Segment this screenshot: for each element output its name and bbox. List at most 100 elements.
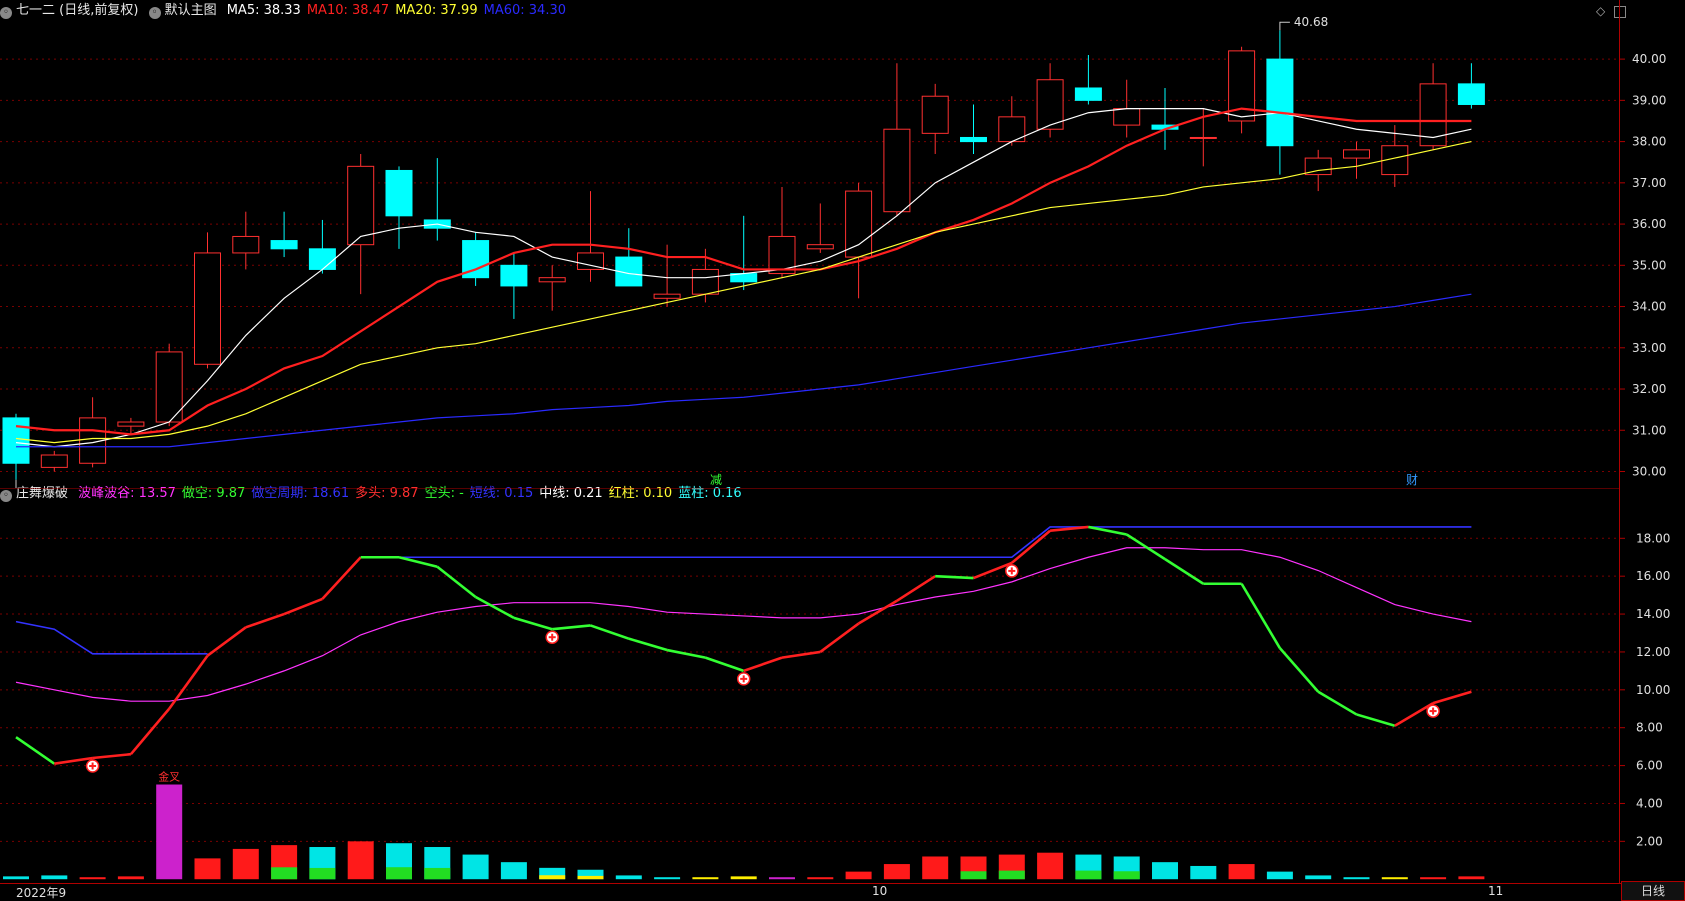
candle xyxy=(1266,30,1294,175)
candle xyxy=(270,211,298,258)
candle-body xyxy=(194,252,221,365)
candle-body xyxy=(500,264,528,287)
long-short-line xyxy=(666,648,706,659)
candle xyxy=(1228,46,1256,134)
bar-body xyxy=(1420,877,1447,880)
x-axis-line xyxy=(0,883,1685,884)
long-short-line xyxy=(513,616,553,631)
long-short-line xyxy=(1088,525,1127,536)
bar-base xyxy=(1113,871,1140,880)
marker-jian: 减 xyxy=(710,473,722,487)
bar-body xyxy=(845,871,872,880)
long-short-line xyxy=(552,624,591,631)
long-short-line xyxy=(1317,690,1358,716)
long-short-line xyxy=(1010,529,1051,564)
candle xyxy=(462,232,490,286)
candle-body xyxy=(40,454,68,468)
candle xyxy=(1343,141,1370,179)
bar-body xyxy=(883,864,910,880)
histogram-bar xyxy=(960,856,987,880)
histogram-bar xyxy=(462,854,489,880)
bar-base xyxy=(386,867,412,880)
bar-body xyxy=(1381,877,1408,880)
bar-body xyxy=(922,856,949,880)
main-kline-chart[interactable]: 40.0039.0038.0037.0036.0035.0034.0033.00… xyxy=(0,0,1685,488)
candle-body xyxy=(806,244,834,250)
bar-body xyxy=(1190,865,1217,880)
candle xyxy=(730,215,758,291)
bar-body xyxy=(156,784,183,880)
candle-body xyxy=(270,240,298,250)
bar-base xyxy=(998,870,1025,880)
histogram-bar xyxy=(1381,877,1408,880)
histogram-bar xyxy=(156,784,183,880)
short-cycle-line xyxy=(360,526,1472,559)
high-pointer xyxy=(1279,21,1290,31)
candle xyxy=(500,252,528,319)
histogram-bar xyxy=(117,876,144,880)
long-short-line xyxy=(1278,647,1320,693)
candle-body xyxy=(117,421,145,427)
long-short-line xyxy=(590,624,630,640)
bar-body xyxy=(232,848,259,880)
histogram-bar xyxy=(539,867,566,880)
bar-body xyxy=(807,877,834,880)
candle xyxy=(615,228,643,287)
candle-body xyxy=(385,169,413,217)
long-short-line xyxy=(743,656,783,673)
bar-body xyxy=(1228,864,1255,880)
histogram-bar xyxy=(845,871,872,880)
price-axis[interactable] xyxy=(1619,0,1685,883)
cross-marker-icon xyxy=(736,672,751,686)
bar-base xyxy=(424,867,451,880)
bar-body xyxy=(500,862,527,880)
candle xyxy=(845,182,873,299)
period-daily-button[interactable]: 日线 xyxy=(1621,881,1685,901)
candle xyxy=(385,166,413,249)
candle-body xyxy=(1266,58,1294,147)
candle xyxy=(921,83,949,154)
cross-marker-icon xyxy=(545,630,559,644)
histogram-bar xyxy=(1152,862,1178,880)
histogram-bar xyxy=(730,876,757,880)
candle-body xyxy=(308,248,336,270)
candle xyxy=(577,191,604,282)
histogram-bar xyxy=(1075,854,1102,880)
histogram-bar xyxy=(998,854,1025,880)
candle xyxy=(806,203,834,253)
histogram-bar xyxy=(1113,856,1140,880)
histogram-bar xyxy=(1420,877,1447,880)
histogram-bar xyxy=(577,869,604,880)
candle-body xyxy=(2,417,30,464)
long-short-line xyxy=(168,654,209,710)
cross-marker-icon xyxy=(85,759,100,773)
bar-body xyxy=(41,875,68,880)
short-cycle-line xyxy=(15,620,208,655)
long-short-line xyxy=(321,556,362,600)
histogram-bar xyxy=(922,856,949,880)
long-short-line xyxy=(15,736,56,765)
long-short-line xyxy=(129,707,171,756)
bar-base xyxy=(309,867,336,880)
bar-body xyxy=(194,858,221,880)
candle-body xyxy=(960,136,987,143)
candle xyxy=(1074,54,1102,105)
series-ma60-line xyxy=(16,293,1472,448)
candle xyxy=(653,244,681,307)
long-short-line xyxy=(283,597,323,616)
bar-body xyxy=(769,877,795,880)
candle-body xyxy=(883,128,911,213)
histogram-bar xyxy=(1228,864,1255,880)
candle-body xyxy=(538,277,566,283)
bar-base xyxy=(539,875,566,880)
candle-body xyxy=(1343,149,1370,159)
histogram-bar xyxy=(1343,877,1370,880)
candle-body xyxy=(1189,136,1217,139)
histogram-bar xyxy=(1190,865,1217,880)
candle xyxy=(538,265,566,311)
long-short-line xyxy=(1356,713,1396,728)
histogram-bar xyxy=(1037,852,1064,880)
indicator-chart[interactable]: 18.0016.0014.0012.0010.008.006.004.002.0… xyxy=(0,488,1685,883)
candle-body xyxy=(347,165,375,246)
cross-marker-icon xyxy=(1005,564,1019,578)
